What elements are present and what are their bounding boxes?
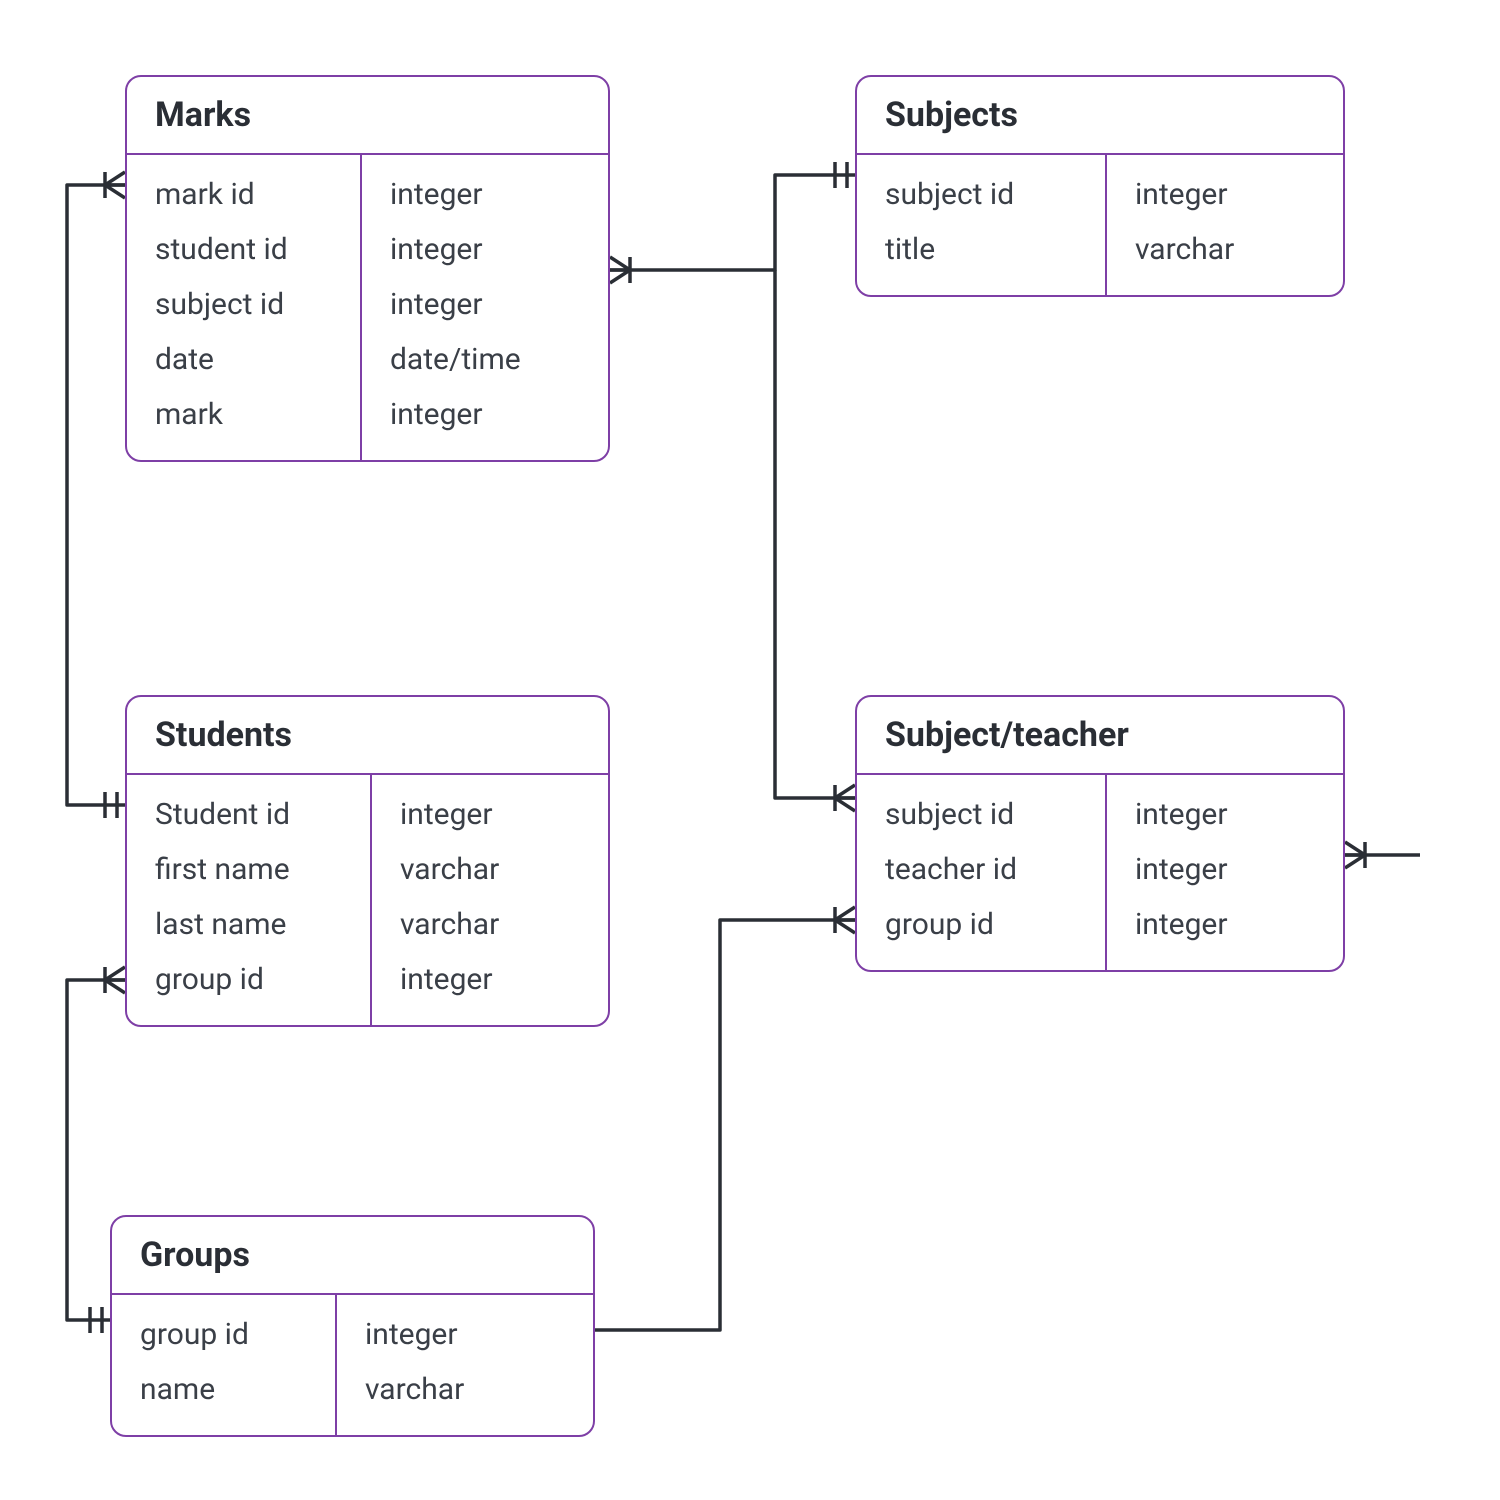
er-diagram-canvas: Marks mark id student id subject id date… [0,0,1500,1500]
field-name: last name [127,897,370,952]
field-type: integer [1107,787,1343,842]
field-type: integer [1107,167,1343,222]
field-type: integer [362,277,608,332]
field-name: group id [857,897,1105,952]
field-name: teacher id [857,842,1105,897]
entity-students: Students Student id first name last name… [125,695,610,1027]
field-type: integer [362,167,608,222]
entity-subject-teacher-title: Subject/teacher [857,697,1343,775]
field-type: integer [362,222,608,277]
field-type: integer [372,787,608,842]
entity-subject-teacher: Subject/teacher subject id teacher id gr… [855,695,1345,972]
field-type: integer [1107,897,1343,952]
entity-students-title: Students [127,697,608,775]
rel-students-to-marks [67,185,125,805]
rel-subjects-to-marks [610,175,855,270]
field-name: group id [112,1307,335,1362]
entity-marks-title: Marks [127,77,608,155]
rel-subjects-to-subject-teacher [775,270,855,798]
field-name: subject id [857,167,1105,222]
field-type: integer [362,387,608,442]
field-type: varchar [1107,222,1343,277]
field-type: integer [337,1307,593,1362]
field-type: varchar [337,1362,593,1417]
field-type: date/time [362,332,608,387]
entity-subjects: Subjects subject id title integer varcha… [855,75,1345,297]
field-name: student id [127,222,360,277]
field-name: name [112,1362,335,1417]
field-type: varchar [372,897,608,952]
entity-subjects-title: Subjects [857,77,1343,155]
field-type: integer [1107,842,1343,897]
field-name: first name [127,842,370,897]
field-type: integer [372,952,608,1007]
field-type: varchar [372,842,608,897]
field-name: mark [127,387,360,442]
field-name: date [127,332,360,387]
entity-groups-title: Groups [112,1217,593,1295]
field-name: title [857,222,1105,277]
rel-groups-to-subject-teacher [595,920,855,1330]
field-name: group id [127,952,370,1007]
field-name: subject id [857,787,1105,842]
field-name: mark id [127,167,360,222]
field-name: Student id [127,787,370,842]
entity-marks: Marks mark id student id subject id date… [125,75,610,462]
field-name: subject id [127,277,360,332]
entity-groups: Groups group id name integer varchar [110,1215,595,1437]
